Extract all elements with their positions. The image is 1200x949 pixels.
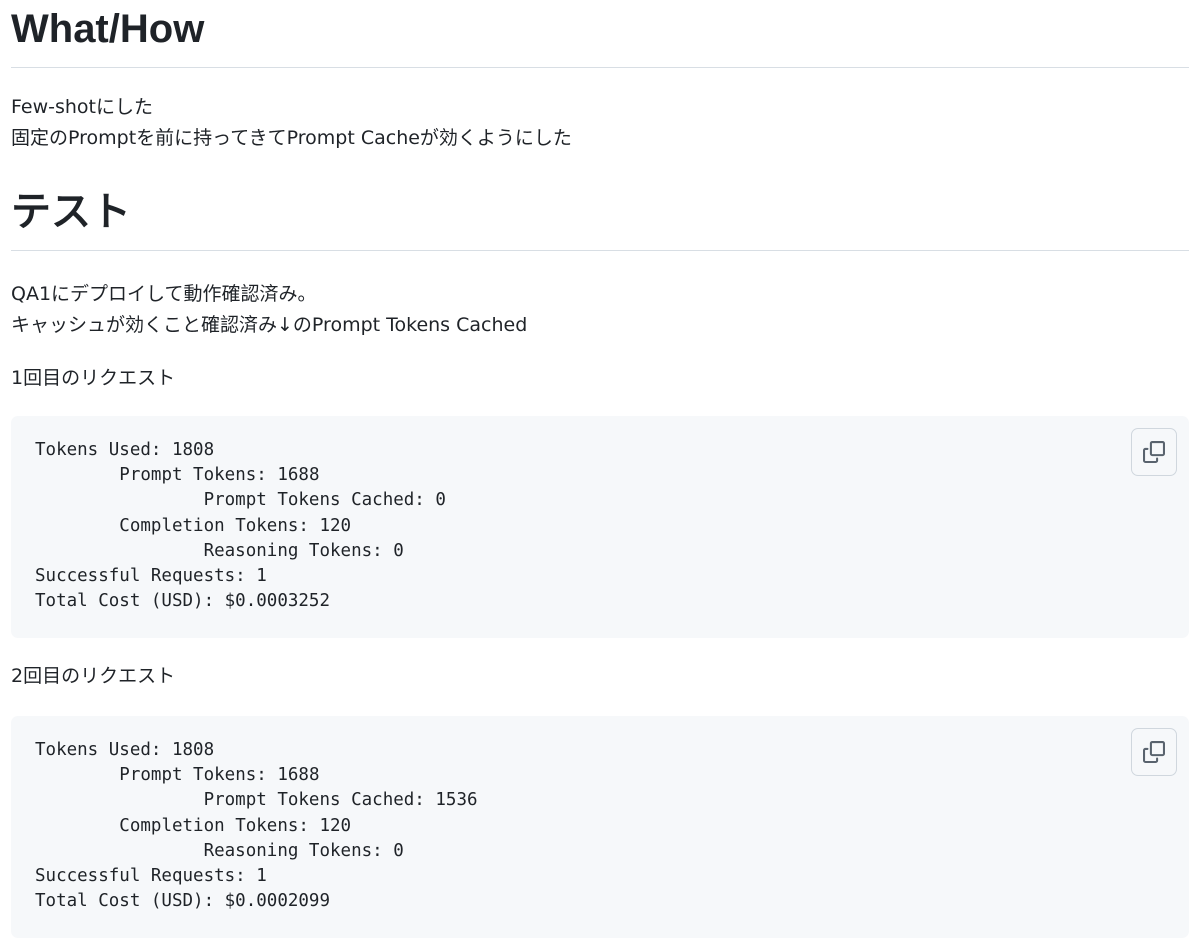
copy-button-request-1[interactable] [1131, 428, 1177, 476]
test-paragraph: QA1にデプロイして動作確認済み。 キャッシュが効くこと確認済み↓のPrompt… [11, 279, 1189, 341]
request-1-label: 1回目のリクエスト [11, 367, 176, 389]
code-block-request-2: Tokens Used: 1808 Prompt Tokens: 1688 Pr… [11, 716, 1189, 938]
what-how-paragraph: Few-shotにした 固定のPromptを前に持ってきてPrompt Cach… [11, 92, 1189, 154]
copy-icon [1143, 741, 1165, 763]
what-how-line-1: Few-shotにした [11, 96, 153, 118]
heading-what-how: What/How [11, 1, 1189, 68]
heading-test: テスト [11, 184, 1189, 251]
code-text-request-2[interactable]: Tokens Used: 1808 Prompt Tokens: 1688 Pr… [35, 738, 1165, 914]
what-how-line-2: 固定のPromptを前に持ってきてPrompt Cacheが効くようにした [11, 127, 572, 149]
document-page: What/How Few-shotにした 固定のPromptを前に持ってきてPr… [0, 1, 1200, 949]
request-2-label: 2回目のリクエスト [11, 665, 176, 687]
test-line-2: キャッシュが効くこと確認済み↓のPrompt Tokens Cached [11, 314, 528, 336]
test-line-1: QA1にデプロイして動作確認済み。 [11, 283, 317, 305]
code-text-request-1[interactable]: Tokens Used: 1808 Prompt Tokens: 1688 Pr… [35, 438, 1165, 614]
copy-icon [1143, 441, 1165, 463]
code-block-request-1: Tokens Used: 1808 Prompt Tokens: 1688 Pr… [11, 416, 1189, 638]
copy-button-request-2[interactable] [1131, 728, 1177, 776]
